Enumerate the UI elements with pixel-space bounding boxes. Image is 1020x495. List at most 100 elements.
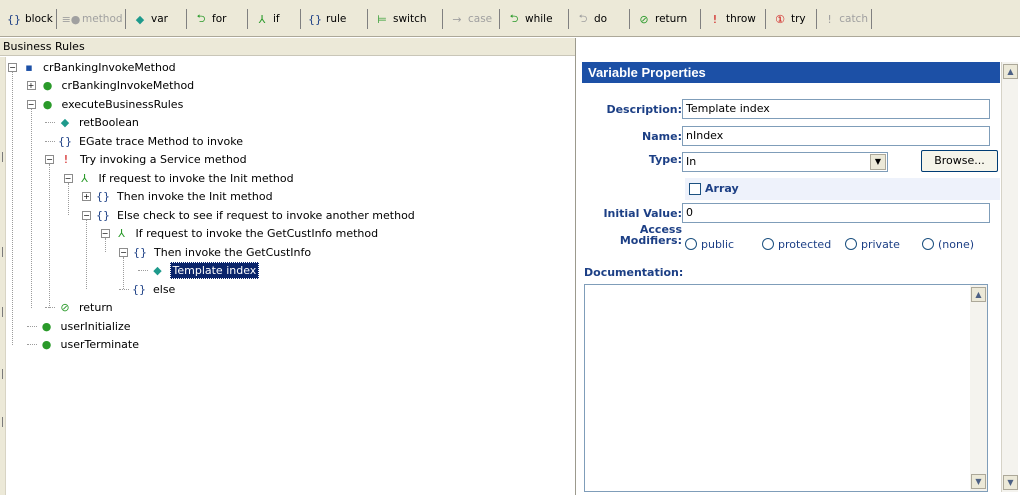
toolbar-return-button[interactable]: ⊘ return	[633, 9, 701, 29]
collapse-icon[interactable]: −	[119, 247, 128, 257]
type-select[interactable]: In ▼	[682, 152, 888, 172]
tree-connector	[45, 122, 55, 123]
class-icon: ▪	[25, 60, 33, 74]
if-branch-icon: ⅄	[258, 12, 266, 26]
doc-scroll-down-arrow[interactable]: ▼	[971, 474, 986, 489]
toolbar-button-label: block	[25, 13, 53, 25]
tree-node[interactable]: −{} Then invoke the GetCustInfo	[119, 243, 313, 261]
rules-tree: − ▪ crBankingInvokeMethod + ● crBankingInvoke…	[8, 58, 575, 495]
toolbar-case-button[interactable]: → case	[446, 9, 500, 29]
tree-connector	[137, 270, 148, 271]
initial-value-field[interactable]: 0	[682, 203, 990, 223]
tree-node-label: Template index	[169, 262, 260, 279]
tree-node[interactable]: ● userTerminate	[26, 336, 142, 354]
collapse-icon[interactable]: −	[26, 99, 36, 109]
tree-connector	[26, 325, 37, 327]
toolbar-if-button[interactable]: ⅄ if	[251, 9, 301, 29]
tree-node[interactable]: ◆ Template index	[137, 262, 260, 280]
toolbar-switch-button[interactable]: ⊨ switch	[371, 9, 443, 29]
tree-node-label: retBoolean	[79, 116, 139, 129]
access-radio-public[interactable]	[685, 238, 697, 250]
toolbar-var-button[interactable]: ◆ var	[129, 9, 187, 29]
toolbar-catch-button[interactable]: ! catch	[820, 9, 872, 29]
access-radio-protected[interactable]	[762, 238, 774, 250]
toolbar-try-button[interactable]: ① try	[769, 9, 817, 29]
tree-node-label: userInitialize	[60, 319, 131, 333]
variable-icon: ◆	[135, 12, 145, 26]
tree-node[interactable]: ◆ retBoolean	[45, 114, 141, 132]
toolbar-block-button[interactable]: {} block	[3, 9, 57, 29]
tree-connector	[26, 344, 37, 345]
method-icon: ●	[42, 97, 53, 111]
toolbar: {} block ≡● method ◆ var ⮌ for ⅄ if {} rule ⊨ switch →…	[0, 0, 1020, 37]
collapse-icon[interactable]: −	[45, 155, 54, 164]
toolbar-rule-button[interactable]: {} rule	[304, 9, 368, 29]
toolbar-while-button[interactable]: ⮌ while	[503, 9, 569, 29]
tree-node[interactable]: ⊘ return	[45, 299, 115, 317]
expand-icon[interactable]: +	[26, 81, 36, 90]
access-radio-label: private	[861, 238, 900, 251]
browse-button[interactable]: Browse...	[921, 150, 998, 172]
scroll-down-arrow[interactable]: ▼	[1003, 475, 1018, 490]
name-field[interactable]: nIndex	[682, 126, 990, 146]
catch-icon: !	[827, 12, 832, 26]
array-label: Array	[705, 182, 739, 195]
access-radio-private[interactable]	[845, 238, 857, 250]
try-icon: !	[63, 153, 69, 166]
name-label: Name:	[642, 130, 682, 143]
tree-guide-line	[30, 108, 32, 308]
braces-icon: {}	[133, 245, 147, 259]
tree-node[interactable]: + ● crBankingInvokeMethod	[26, 77, 197, 95]
tree-node-label: executeBusinessRules	[61, 97, 184, 111]
braces-icon: {}	[132, 282, 146, 296]
properties-scrollbar[interactable]: ▲ ▼	[1001, 62, 1018, 492]
collapse-icon[interactable]: −	[100, 229, 110, 238]
access-radio-none[interactable]	[922, 238, 934, 250]
try-icon: ①	[775, 12, 785, 26]
tree-node-label: else	[153, 282, 176, 296]
tree-connector	[45, 307, 55, 308]
panel-header: Business Rules	[0, 38, 575, 56]
scroll-up-arrow[interactable]: ▲	[1003, 64, 1018, 79]
tree-node[interactable]: − ⅄ If request to invoke the GetCustInfo m…	[100, 225, 381, 243]
tree-node[interactable]: {} EGate trace Method to invoke	[45, 132, 245, 150]
return-icon: ⊘	[60, 301, 70, 314]
tree-node[interactable]: −! Try invoking a Service method	[45, 151, 249, 169]
tree-node[interactable]: ● userInitialize	[26, 317, 133, 335]
braces-icon: {}	[58, 134, 72, 148]
toolbar-throw-button[interactable]: ! throw	[704, 9, 766, 29]
toolbar-do-button[interactable]: ⮌ do	[572, 9, 630, 29]
expand-icon[interactable]: +	[82, 192, 91, 201]
chevron-down-icon[interactable]: ▼	[870, 154, 886, 170]
collapse-icon[interactable]: −	[63, 173, 73, 183]
tree-connector	[119, 288, 129, 290]
tree-node[interactable]: − ⅄ If request to invoke the Init method	[63, 169, 296, 187]
rule-icon: {}	[308, 12, 322, 26]
access-radio-label: protected	[778, 238, 832, 251]
throw-icon: !	[712, 12, 718, 26]
tree-node[interactable]: + {} Then invoke the Init method	[82, 188, 275, 206]
documentation-scrollbar[interactable]: ▲ ▼	[970, 285, 987, 491]
collapse-icon[interactable]: −	[82, 210, 91, 220]
tree-guide-line	[49, 164, 50, 308]
variable-icon: ◆	[60, 116, 70, 129]
tree-node[interactable]: −{} Else check to see if request to invok…	[82, 206, 417, 224]
array-checkbox[interactable]	[689, 183, 701, 195]
tree-node[interactable]: − ▪ crBankingInvokeMethod	[8, 58, 178, 76]
braces-icon: {}	[96, 208, 110, 222]
collapse-icon[interactable]: −	[8, 62, 17, 72]
do-loop-icon: ⮌	[578, 11, 588, 25]
doc-scroll-up-arrow[interactable]: ▲	[971, 287, 986, 302]
tree-node-label: Else check to see if request to invoke a…	[117, 208, 415, 222]
tree-guide-line	[12, 71, 13, 345]
description-field[interactable]: Template index	[682, 99, 990, 119]
toolbar-button-label: case	[468, 13, 493, 25]
toolbar-for-button[interactable]: ⮌ for	[190, 9, 248, 29]
tree-node[interactable]: {} else	[119, 280, 177, 298]
business-rules-panel: Business Rules − ▪ crBankingInvokeMethod + ●…	[0, 38, 576, 495]
tree-node[interactable]: − ● executeBusinessRules	[26, 95, 186, 113]
tree-node-label: Try invoking a Service method	[80, 153, 247, 166]
documentation-textarea[interactable]: ▲ ▼	[584, 284, 988, 492]
for-loop-icon: ⮌	[196, 11, 206, 25]
toolbar-method-button[interactable]: ≡● method	[60, 9, 126, 29]
